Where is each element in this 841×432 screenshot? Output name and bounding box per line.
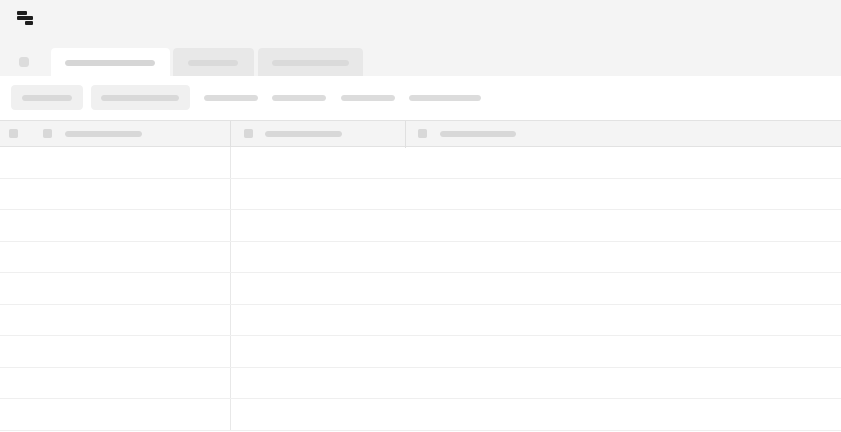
table-cell[interactable] xyxy=(0,368,230,399)
table-cell[interactable] xyxy=(230,178,841,209)
table-cell[interactable] xyxy=(230,367,841,398)
tab-3[interactable] xyxy=(258,48,363,76)
stacked-bars-logo-icon[interactable] xyxy=(16,10,34,26)
grid-body xyxy=(0,147,841,431)
tab-label-placeholder xyxy=(188,60,238,66)
app-window xyxy=(0,0,841,432)
column-type-icon xyxy=(244,129,253,138)
toolbar-link-1[interactable] xyxy=(204,95,258,101)
toolbar-button-1[interactable] xyxy=(11,85,83,110)
table-row[interactable] xyxy=(0,367,841,399)
table-cell[interactable] xyxy=(0,210,230,241)
table-cell[interactable] xyxy=(230,273,841,304)
table-cell[interactable] xyxy=(230,399,841,430)
table-row[interactable] xyxy=(0,147,841,179)
tab-overflow-icon[interactable] xyxy=(19,57,29,67)
column-header-3[interactable] xyxy=(405,121,841,148)
table-row[interactable] xyxy=(0,304,841,336)
logo-bar xyxy=(17,11,27,15)
toolbar xyxy=(0,76,841,120)
table-cell[interactable] xyxy=(0,399,230,430)
table-cell[interactable] xyxy=(0,242,230,273)
table-cell[interactable] xyxy=(230,147,841,178)
toolbar-link-4[interactable] xyxy=(409,95,481,101)
toolbar-link-2[interactable] xyxy=(272,95,326,101)
tab-2[interactable] xyxy=(173,48,254,76)
table-cell[interactable] xyxy=(0,179,230,210)
table-row[interactable] xyxy=(0,241,841,273)
column-label-placeholder xyxy=(440,131,516,137)
grid-header xyxy=(0,120,841,148)
select-all-checkbox[interactable] xyxy=(9,129,18,138)
data-grid xyxy=(0,120,841,432)
table-cell[interactable] xyxy=(0,305,230,336)
column-label-placeholder xyxy=(265,131,342,137)
tab-1[interactable] xyxy=(51,48,170,76)
table-cell[interactable] xyxy=(230,304,841,335)
column-header-1[interactable] xyxy=(0,121,230,148)
table-cell[interactable] xyxy=(0,147,230,178)
table-row[interactable] xyxy=(0,336,841,368)
column-label-placeholder xyxy=(65,131,142,137)
logo-bar xyxy=(25,21,33,25)
button-label-placeholder xyxy=(101,95,179,101)
tab-label-placeholder xyxy=(272,60,349,66)
table-cell[interactable] xyxy=(0,336,230,367)
toolbar-link-3[interactable] xyxy=(341,95,395,101)
column-type-icon xyxy=(418,129,427,138)
button-label-placeholder xyxy=(22,95,72,101)
table-row[interactable] xyxy=(0,178,841,210)
tab-label-placeholder xyxy=(65,60,155,66)
column-header-2[interactable] xyxy=(230,121,405,148)
table-cell[interactable] xyxy=(230,336,841,367)
table-cell[interactable] xyxy=(0,273,230,304)
table-row[interactable] xyxy=(0,210,841,242)
table-cell[interactable] xyxy=(230,241,841,272)
toolbar-button-2[interactable] xyxy=(91,85,190,110)
column-type-icon xyxy=(43,129,52,138)
logo-bar xyxy=(17,16,33,20)
table-row[interactable] xyxy=(0,273,841,305)
table-cell[interactable] xyxy=(230,210,841,241)
table-row[interactable] xyxy=(0,399,841,431)
top-bar xyxy=(0,0,841,76)
